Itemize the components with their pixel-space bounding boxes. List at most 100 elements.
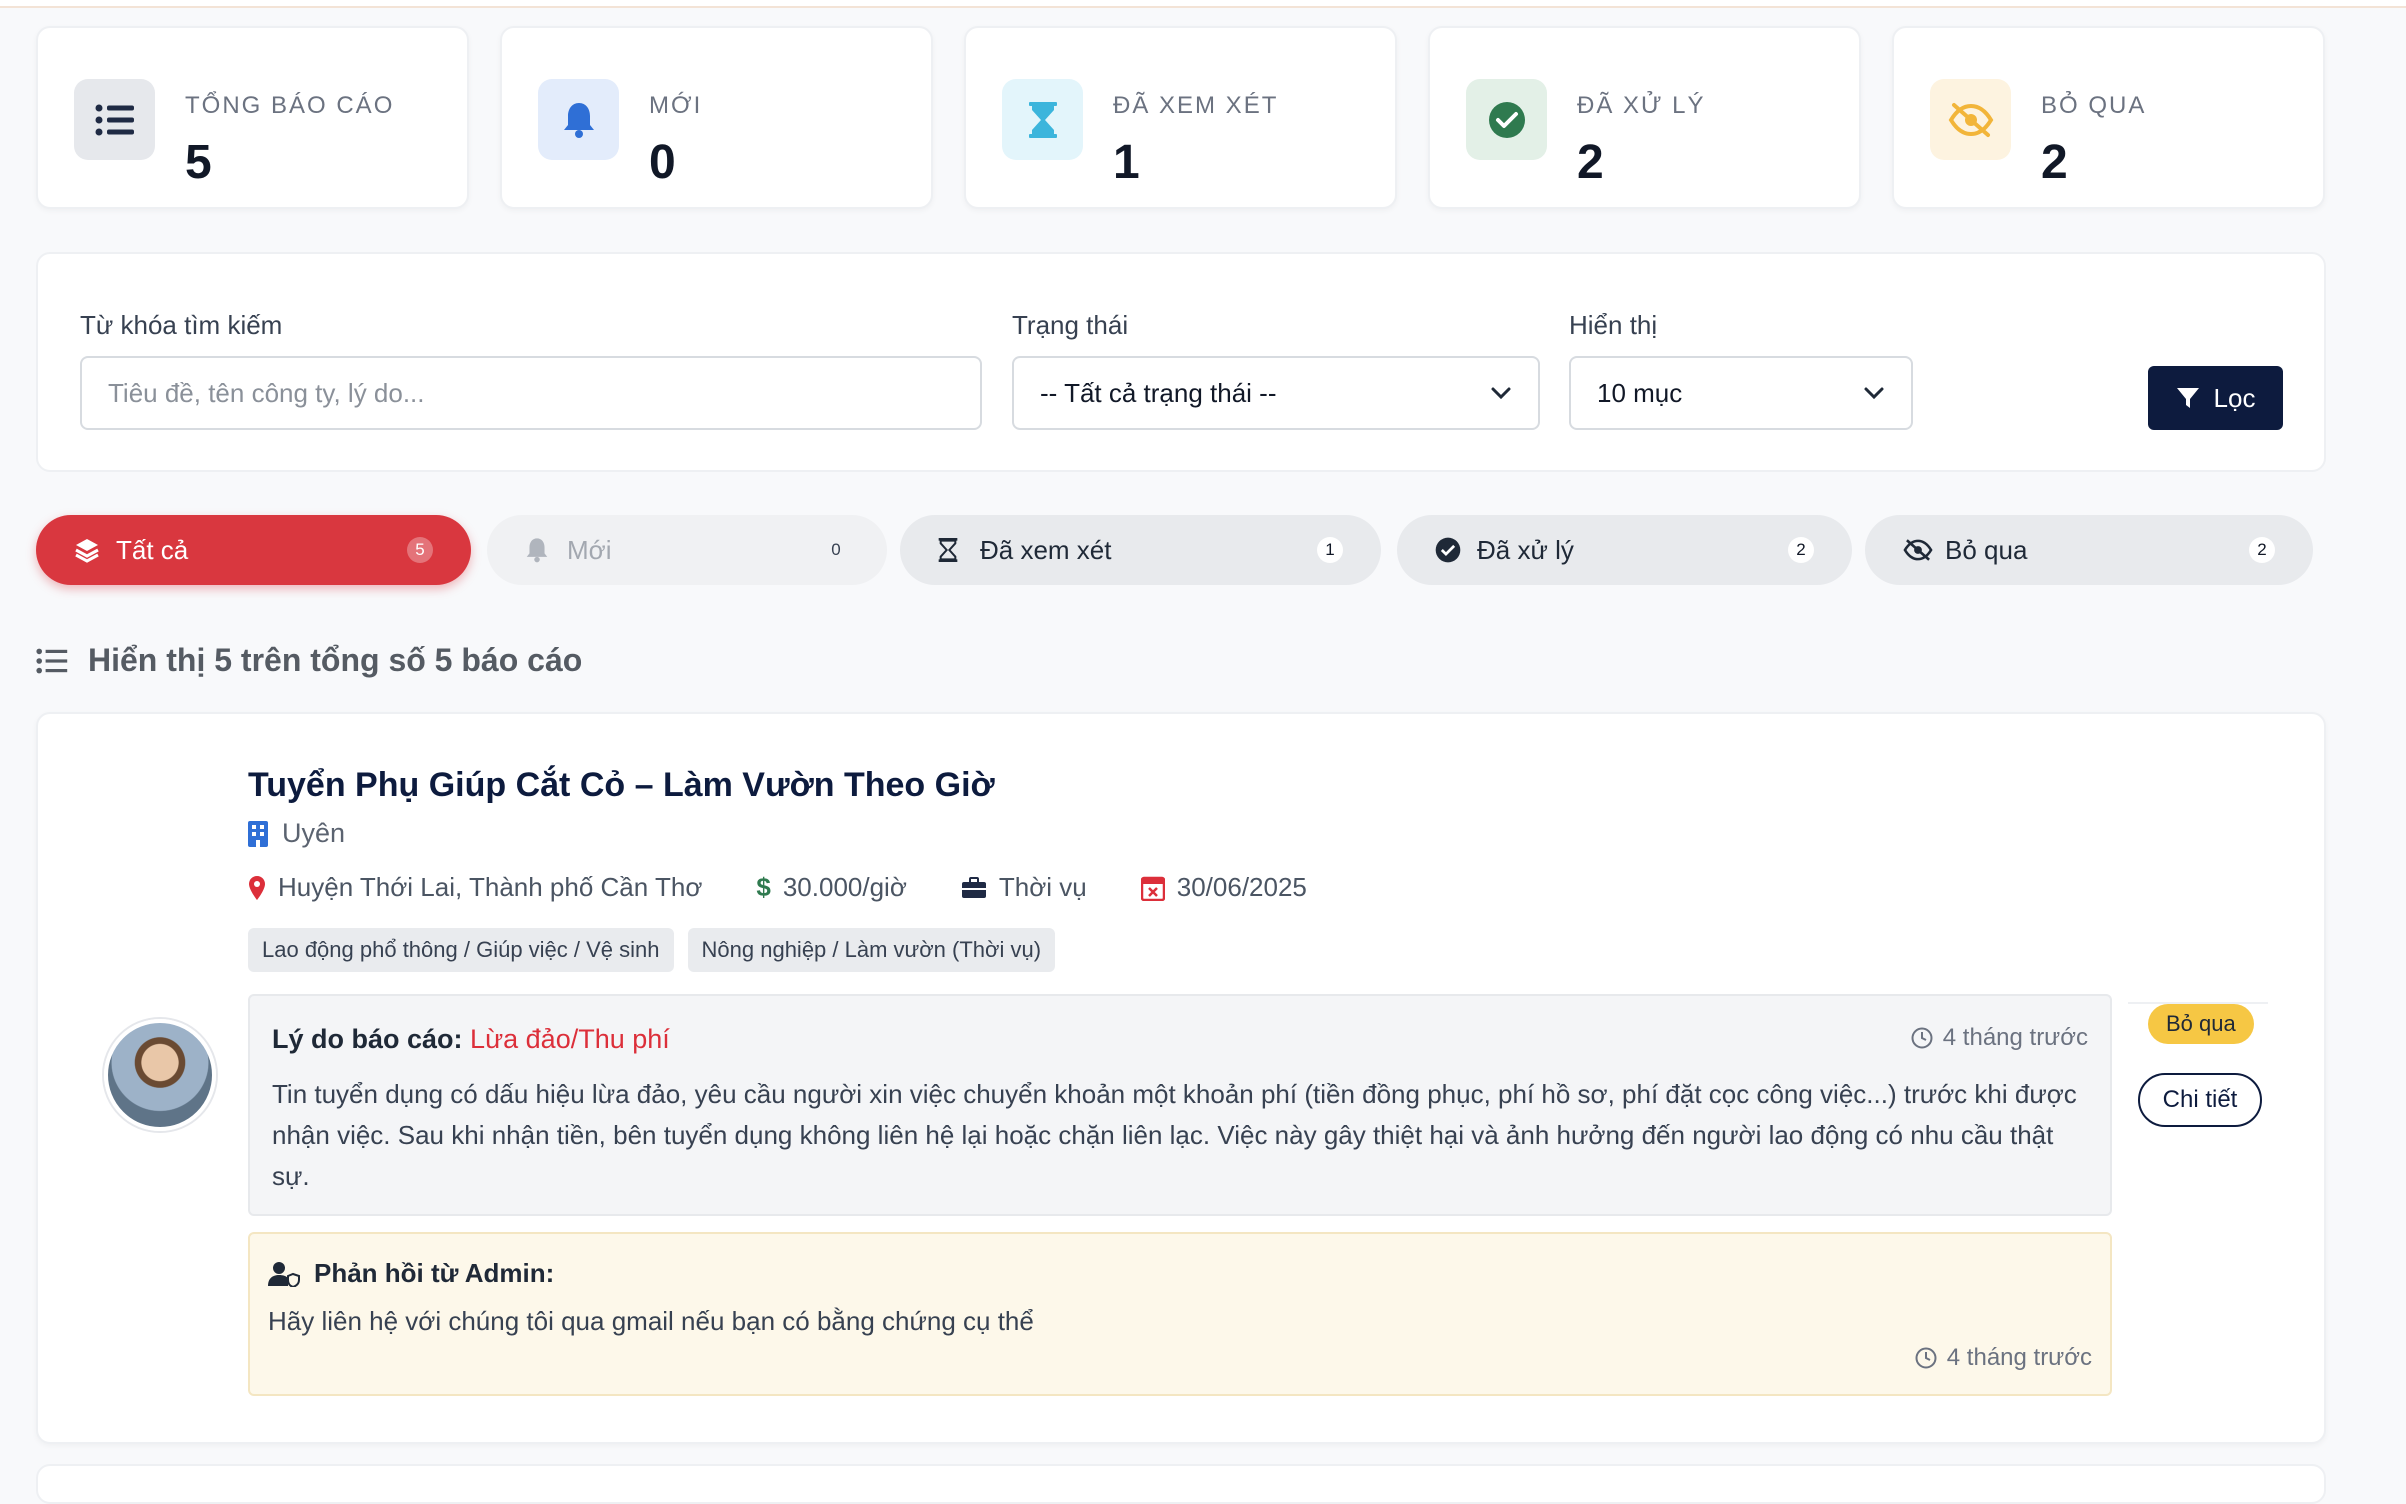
stat-label: ĐÃ XEM XÉT xyxy=(1113,92,1279,119)
company-name: Uyên xyxy=(282,818,346,848)
detail-button[interactable]: Chi tiết xyxy=(2138,1073,2262,1127)
clock-icon xyxy=(1915,1347,1937,1369)
report-card-next xyxy=(36,1464,2326,1504)
tab-skipped[interactable]: Bỏ qua 2 xyxy=(1865,515,2313,585)
job-type-text: Thời vụ xyxy=(998,872,1087,902)
keyword-label: Từ khóa tìm kiếm xyxy=(80,310,283,340)
stat-value: 2 xyxy=(2041,136,2068,189)
reason-time: 4 tháng trước xyxy=(1911,1024,2088,1052)
clock-icon xyxy=(1911,1027,1933,1049)
tab-label: Bỏ qua xyxy=(1945,534,2028,565)
stat-label: ĐÃ XỬ LÝ xyxy=(1577,92,1706,119)
tag: Nông nghiệp / Làm vườn (Thời vụ) xyxy=(687,928,1056,972)
meta-job-type: Thời vụ xyxy=(961,872,1087,903)
status-badge: Bỏ qua xyxy=(2148,1004,2254,1044)
stat-label: MỚI xyxy=(649,92,703,119)
bell-icon xyxy=(525,537,555,563)
map-pin-icon xyxy=(249,875,265,900)
status-select[interactable]: -- Tất cả trạng thái -- xyxy=(1012,356,1540,430)
reason-heading: Lý do báo cáo: Lừa đảo/Thu phí xyxy=(272,1024,670,1055)
tab-label: Tất cả xyxy=(116,534,189,565)
stat-card-skipped: BỎ QUA 2 xyxy=(1892,26,2325,209)
salary-text: 30.000/giờ xyxy=(782,872,907,902)
job-title[interactable]: Tuyển Phụ Giúp Cắt Cỏ – Làm Vườn Theo Gi… xyxy=(248,766,995,805)
tab-processed[interactable]: Đã xử lý 2 xyxy=(1397,515,1852,585)
reason-label: Lý do báo cáo: xyxy=(272,1024,463,1054)
tag: Lao động phổ thông / Giúp việc / Vệ sinh xyxy=(248,928,674,972)
bell-icon xyxy=(538,79,619,160)
display-select[interactable]: 10 mục xyxy=(1569,356,1913,430)
tab-count: 1 xyxy=(1317,537,1343,563)
status-select-value: -- Tất cả trạng thái -- xyxy=(1040,377,1277,408)
stat-label: BỎ QUA xyxy=(2041,92,2147,119)
company: Uyên xyxy=(248,818,345,849)
results-summary: Hiển thị 5 trên tổng số 5 báo cáo xyxy=(36,642,582,679)
filter-button[interactable]: Lọc xyxy=(2148,366,2283,430)
calendar-x-icon xyxy=(1140,876,1165,901)
tab-count: 5 xyxy=(407,537,433,563)
reply-text: Hãy liên hệ với chúng tôi qua gmail nếu … xyxy=(268,1306,1034,1336)
filter-panel: Từ khóa tìm kiếm Tiêu đề, tên công ty, l… xyxy=(36,252,2326,472)
user-shield-icon xyxy=(268,1261,300,1287)
stat-value: 5 xyxy=(185,136,212,189)
report-card: Tuyển Phụ Giúp Cắt Cỏ – Làm Vườn Theo Gi… xyxy=(36,712,2326,1444)
admin-reply: Phản hồi từ Admin: Hãy liên hệ với chúng… xyxy=(248,1232,2112,1396)
filter-button-label: Lọc xyxy=(2213,382,2256,413)
top-border xyxy=(0,0,2406,8)
list-icon xyxy=(74,79,155,160)
tab-label: Đã xem xét xyxy=(980,534,1112,565)
tab-reviewed[interactable]: Đã xem xét 1 xyxy=(900,515,1381,585)
reply-time: 4 tháng trước xyxy=(1915,1344,2092,1372)
reply-time-text: 4 tháng trước xyxy=(1946,1344,2092,1371)
tab-all[interactable]: Tất cả 5 xyxy=(36,515,471,585)
display-label: Hiển thị xyxy=(1569,310,1658,340)
eye-slash-icon xyxy=(1903,538,1933,562)
reason-time-text: 4 tháng trước xyxy=(1942,1024,2088,1051)
display-select-value: 10 mục xyxy=(1597,377,1683,408)
tab-label: Mới xyxy=(567,534,612,565)
job-tags: Lao động phổ thông / Giúp việc / Vệ sinh… xyxy=(248,928,1056,972)
status-label: Trạng thái xyxy=(1012,310,1129,340)
summary-text: Hiển thị 5 trên tổng số 5 báo cáo xyxy=(88,642,583,678)
stat-card-total: TỔNG BÁO CÁO 5 xyxy=(36,26,469,209)
chevron-down-icon xyxy=(1864,387,1884,400)
stat-value: 2 xyxy=(1577,136,1604,189)
tab-count: 2 xyxy=(2249,537,2275,563)
reason-text: Tin tuyển dụng có dấu hiệu lừa đảo, yêu … xyxy=(272,1079,2077,1191)
tab-label: Đã xử lý xyxy=(1477,534,1574,565)
meta-salary: $ 30.000/giờ xyxy=(756,872,907,903)
building-icon xyxy=(248,820,268,847)
meta-deadline: 30/06/2025 xyxy=(1140,872,1307,903)
stat-card-new: MỚI 0 xyxy=(500,26,933,209)
stat-value: 0 xyxy=(649,136,676,189)
list-icon xyxy=(36,648,68,673)
deadline-text: 30/06/2025 xyxy=(1176,872,1307,902)
avatar xyxy=(104,1019,216,1131)
hourglass-icon xyxy=(938,537,968,563)
reply-label: Phản hồi từ Admin: xyxy=(314,1258,555,1288)
chevron-down-icon xyxy=(1491,387,1511,400)
check-circle-icon xyxy=(1435,537,1465,563)
stat-label: TỔNG BÁO CÁO xyxy=(185,92,395,119)
keyword-input[interactable]: Tiêu đề, tên công ty, lý do... xyxy=(80,356,982,430)
location-text: Huyện Thới Lai, Thành phố Cần Thơ xyxy=(278,872,703,902)
report-reason: Lý do báo cáo: Lừa đảo/Thu phí 4 tháng t… xyxy=(248,994,2112,1216)
layers-icon xyxy=(74,537,104,563)
stats-row: TỔNG BÁO CÁO 5 MỚI 0 ĐÃ XEM XÉT 1 ĐÃ XỬ … xyxy=(36,26,2326,209)
tab-count: 0 xyxy=(831,540,841,559)
check-circle-icon xyxy=(1466,79,1547,160)
filter-icon xyxy=(2176,388,2199,408)
hourglass-icon xyxy=(1002,79,1083,160)
dollar-icon: $ xyxy=(756,872,771,902)
eye-slash-icon xyxy=(1930,79,2011,160)
tab-new[interactable]: Mới 0 xyxy=(487,515,887,585)
stat-card-reviewed: ĐÃ XEM XÉT 1 xyxy=(964,26,1397,209)
stat-card-processed: ĐÃ XỬ LÝ 2 xyxy=(1428,26,1861,209)
stat-value: 1 xyxy=(1113,136,1140,189)
reason-value: Lừa đảo/Thu phí xyxy=(470,1024,670,1054)
tab-count: 2 xyxy=(1788,537,1814,563)
reply-heading: Phản hồi từ Admin: xyxy=(268,1258,554,1289)
job-meta: Huyện Thới Lai, Thành phố Cần Thơ $ 30.0… xyxy=(248,872,1361,903)
briefcase-icon xyxy=(961,876,986,898)
meta-location: Huyện Thới Lai, Thành phố Cần Thơ xyxy=(248,872,702,903)
